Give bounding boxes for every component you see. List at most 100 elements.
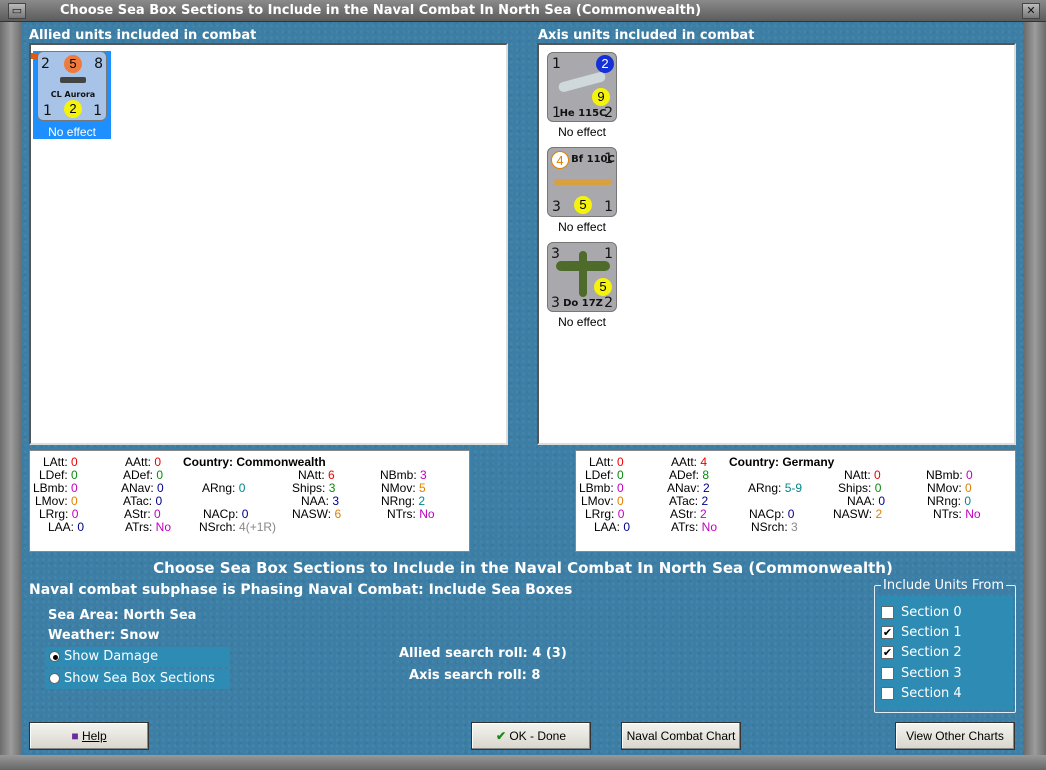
stat-value: 2 [701,494,709,508]
stat-label: NTrs: [387,507,416,521]
view-other-charts-button[interactable]: View Other Charts [895,722,1015,750]
naval-combat-chart-button[interactable]: Naval Combat Chart [621,722,741,750]
unit-counter-do-17z[interactable]: 3 1 5 3 Do 17Z 2 [547,242,617,312]
stat-label: NMov: [927,481,962,495]
stat-value: 0 [71,468,78,482]
stat-value: 0 [71,494,78,508]
stat-label: ADef: [123,468,154,482]
country-label: Country: Commonwealth [183,455,326,469]
counter-value: 1 [552,56,561,72]
unit-name: CL Aurora [50,90,96,99]
stat-label: Ships: [292,481,326,495]
stat-label: NACp: [203,507,239,521]
stat-value: 0 [241,507,249,521]
stat-value: 0 [617,455,624,469]
counter-value: 8 [94,56,103,72]
stat-value: 2 [418,494,426,508]
counter-value: 2 [41,56,50,72]
stat-label: ATrs: [671,520,699,534]
counter-value: 1 [604,199,613,215]
stat-value: 3 [332,494,340,508]
stat-value: 5-9 [784,481,803,495]
stat-value: 4(+1R) [239,520,277,534]
stat-label: LMov: [581,494,614,508]
stat-label: NASW: [292,507,332,521]
unit-effect: No effect [558,125,606,139]
counter-value: 2 [604,295,613,311]
checkbox-box[interactable] [881,667,894,680]
stat-value: 2 [703,481,710,495]
stat-label: ADef: [669,468,700,482]
radio-show-sea-box-sections[interactable]: Show Sea Box Sections [45,669,230,689]
counter-value: 1 [604,246,613,262]
right-border [1024,22,1046,770]
stat-value: 0 [154,507,161,521]
stat-value: 0 [617,468,624,482]
checkbox-label: Section 0 [901,605,962,620]
ok-done-button[interactable]: ✔ OK - Done [471,722,591,750]
stat-label: ATac: [123,494,153,508]
ship-icon [60,77,86,83]
axis-search-roll: Axis search roll: 8 [409,668,541,683]
stat-label: ANav: [121,481,154,495]
axis-stats-panel: LAtt: 0 LDef: 0 LBmb: 0 LMov: 0 LRrg: 0 … [575,450,1016,552]
stat-label: NAA: [847,494,876,508]
stat-label: NAA: [301,494,330,508]
country-label: Country: Germany [729,455,835,469]
stat-label: LAA: [48,520,75,534]
weather-label: Weather: Snow [48,628,159,643]
axis-units-panel: 1 2 9 1 He 115C 2 No effect 4 Bf 110C 1 … [537,43,1016,445]
close-icon[interactable]: ✕ [1022,3,1040,19]
system-menu-icon[interactable]: ▭ [8,3,26,19]
stat-label: NSrch: [751,520,788,534]
stat-value: 0 [238,481,246,495]
stat-label: ATac: [669,494,699,508]
stat-label: Ships: [838,481,872,495]
stat-value: 2 [700,507,707,521]
stat-value: 0 [71,481,78,495]
checkbox-box[interactable] [881,687,894,700]
stat-value: 0 [965,481,972,495]
counter-value: 5 [594,278,612,296]
stat-value: 0 [157,481,164,495]
stat-value: 0 [154,455,162,469]
help-button[interactable]: ■ Help [29,722,149,750]
checkbox-label: Section 2 [901,645,962,660]
stat-value: 5 [419,481,426,495]
stat-value: 0 [874,481,882,495]
left-border [0,22,22,770]
stat-value: 0 [155,494,163,508]
unit-effect: No effect [558,315,606,329]
unit-counter-he-115c[interactable]: 1 2 9 1 He 115C 2 [547,52,617,122]
radio-dot-selected[interactable] [49,651,60,662]
radio-dot[interactable] [49,673,60,684]
stat-value: 0 [71,455,78,469]
weather-value: Snow [119,628,160,643]
sea-area-label: Sea Area: North Sea [48,608,196,623]
radio-label: Show Damage [64,649,159,664]
stat-value: 0 [878,494,886,508]
stat-label: LAA: [594,520,621,534]
stat-label: LRrg: [585,507,615,521]
weather-caption: Weather: [48,628,116,643]
counter-value: 2 [64,100,82,118]
help-label: Help [81,729,107,743]
radio-show-damage[interactable]: Show Damage [45,647,230,667]
stat-label: AAtt: [671,455,698,469]
unit-effect: No effect [558,220,606,234]
checkbox-box[interactable] [881,606,894,619]
window-title: Choose Sea Box Sections to Include in th… [60,3,702,18]
checkbox-label: Section 4 [901,686,962,701]
stat-label: NAtt: [844,468,871,482]
counter-value: 5 [64,55,82,73]
bottom-border [0,755,1046,770]
stat-label: NASW: [833,507,873,521]
counter-value: 2 [604,105,613,121]
counter-value: 9 [592,88,610,106]
stat-label: NRng: [381,494,416,508]
unit-counter-bf-110c[interactable]: 4 Bf 110C 1 3 5 1 [547,147,617,217]
checkmark-icon[interactable]: ✔ [881,646,894,659]
unit-counter-cl-aurora[interactable]: 2 5 8 CL Aurora 1 2 1 [37,51,107,121]
checkmark-icon[interactable]: ✔ [881,626,894,639]
sea-area-value: North Sea [123,608,197,623]
